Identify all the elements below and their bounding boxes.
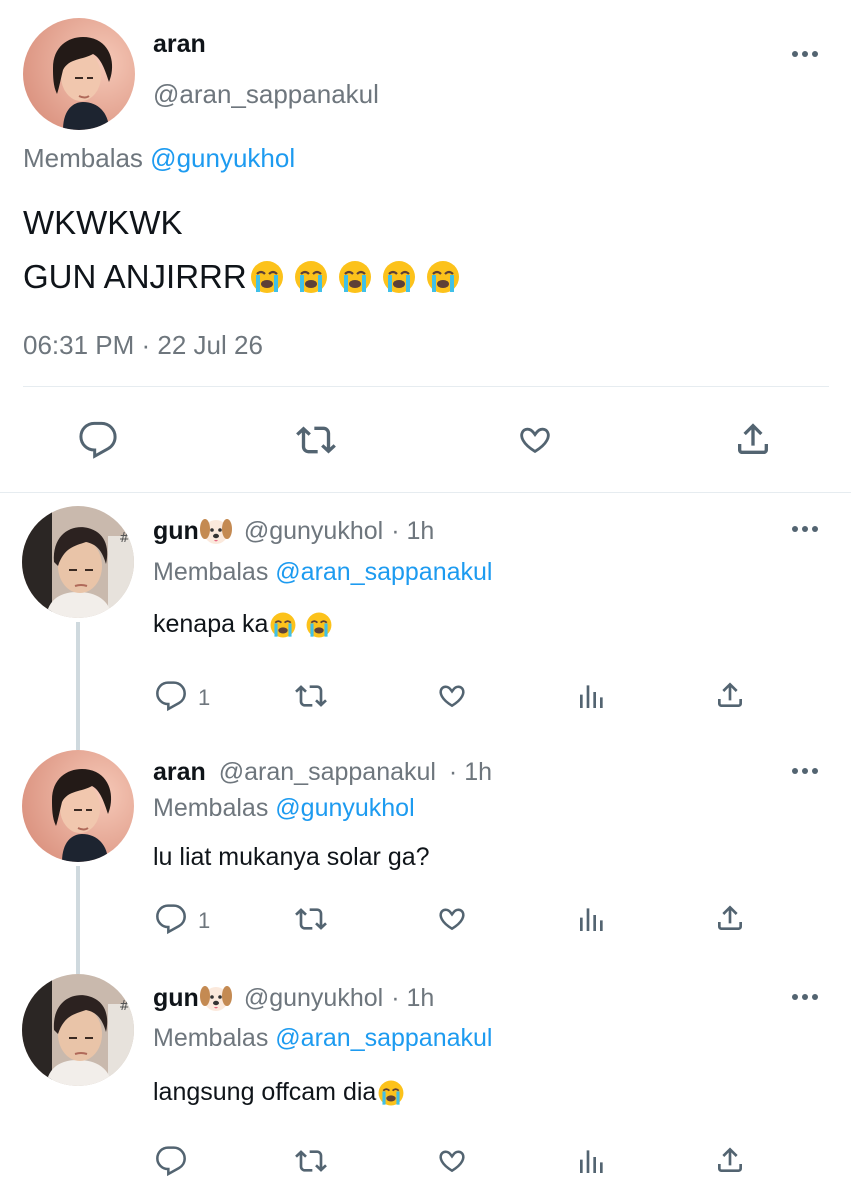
reply-prefix: Membalas: [153, 1024, 269, 1052]
retweet-icon[interactable]: [294, 680, 328, 712]
time[interactable]: · 1h: [449, 758, 492, 786]
reply-prefix: Membalas: [153, 794, 269, 822]
reply-header: gun @gunyukhol · 1h: [153, 983, 434, 1013]
avatar[interactable]: [22, 750, 134, 862]
tweet-text: kenapa ka: [153, 610, 333, 639]
display-name[interactable]: aran: [153, 758, 206, 786]
display-name[interactable]: aran: [153, 30, 206, 59]
time[interactable]: · 1h: [391, 517, 434, 546]
tweet-text-content: kenapa ka: [153, 610, 269, 638]
avatar[interactable]: #?: [22, 506, 134, 618]
reply-prefix: Membalas: [153, 558, 269, 586]
like-icon[interactable]: [435, 1144, 469, 1178]
time[interactable]: · 1h: [391, 984, 434, 1013]
loudly-crying-face-icon: [293, 259, 329, 295]
tweet-text-line2: GUN ANJIRRR: [23, 250, 461, 304]
reply-context: Membalas @gunyukhol: [153, 794, 415, 823]
share-icon[interactable]: [733, 418, 773, 460]
views-icon[interactable]: [576, 1145, 608, 1177]
like-icon[interactable]: [435, 679, 469, 713]
avatar[interactable]: #?: [22, 974, 134, 1086]
more-icon[interactable]: [790, 764, 820, 778]
dog-face-icon: [199, 516, 232, 546]
handle[interactable]: @gunyukhol: [244, 517, 383, 546]
reply-context: Membalas @gunyukhol: [23, 143, 295, 174]
loudly-crying-face-icon: [305, 611, 333, 639]
share-icon[interactable]: [714, 901, 746, 935]
tweet-text: lu liat mukanya solar ga?: [153, 843, 430, 871]
more-icon[interactable]: [790, 990, 820, 1004]
loudly-crying-face-icon: [269, 611, 297, 639]
reply-header: gun @gunyukhol · 1h: [153, 516, 434, 546]
emoji-row: [249, 259, 461, 295]
thread-line: [76, 866, 80, 974]
tweet-text: langsung offcam dia: [153, 1078, 405, 1107]
divider: [23, 386, 829, 387]
like-icon[interactable]: [435, 902, 469, 936]
tweet-text-line1: WKWKWK: [23, 204, 183, 241]
reply-icon[interactable]: [155, 903, 187, 935]
dog-face-icon: [199, 983, 232, 1013]
reply-to-link[interactable]: @gunyukhol: [150, 143, 295, 173]
reply-to-link[interactable]: @aran_sappanakul: [275, 558, 492, 586]
timestamp[interactable]: 06:31 PM · 22 Jul 26: [23, 330, 263, 361]
reply-icon[interactable]: [78, 420, 118, 460]
reply-to-link[interactable]: @aran_sappanakul: [275, 1024, 492, 1052]
reply-count: 1: [198, 685, 211, 710]
tweet-text-line2-text: GUN ANJIRRR: [23, 258, 247, 295]
section-divider: [0, 492, 851, 493]
views-icon[interactable]: [576, 680, 608, 712]
reply-header: aran @aran_sappanakul · 1h: [153, 758, 492, 787]
handle[interactable]: @gunyukhol: [244, 984, 383, 1013]
display-name[interactable]: gun: [153, 984, 199, 1013]
handle[interactable]: @aran_sappanakul: [219, 758, 436, 786]
svg-text:#?: #?: [119, 531, 134, 546]
retweet-icon[interactable]: [294, 1145, 328, 1177]
more-icon[interactable]: [790, 47, 820, 61]
loudly-crying-face-icon: [377, 1079, 405, 1107]
like-icon[interactable]: [514, 420, 556, 460]
loudly-crying-face-icon: [425, 259, 461, 295]
loudly-crying-face-icon: [337, 259, 373, 295]
reply-icon[interactable]: [155, 680, 187, 712]
reply-prefix: Membalas: [23, 143, 143, 173]
reply-context: Membalas @aran_sappanakul: [153, 1024, 492, 1053]
views-icon[interactable]: [576, 903, 608, 935]
retweet-icon[interactable]: [295, 420, 337, 460]
display-name[interactable]: gun: [153, 517, 199, 546]
loudly-crying-face-icon: [249, 259, 285, 295]
thread-line: [76, 622, 80, 750]
reply-count: 1: [198, 908, 211, 933]
reply-icon[interactable]: [155, 1145, 187, 1177]
share-icon[interactable]: [714, 1143, 746, 1177]
svg-text:#?: #?: [119, 999, 134, 1014]
tweet-text: WKWKWK GUN ANJIRRR: [23, 196, 461, 304]
retweet-icon[interactable]: [294, 903, 328, 935]
tweet-text-content: langsung offcam dia: [153, 1078, 377, 1106]
reply-context: Membalas @aran_sappanakul: [153, 558, 492, 587]
loudly-crying-face-icon: [381, 259, 417, 295]
avatar[interactable]: [23, 18, 135, 130]
share-icon[interactable]: [714, 678, 746, 712]
more-icon[interactable]: [790, 522, 820, 536]
reply-to-link[interactable]: @gunyukhol: [275, 794, 414, 822]
handle[interactable]: @aran_sappanakul: [153, 79, 379, 110]
